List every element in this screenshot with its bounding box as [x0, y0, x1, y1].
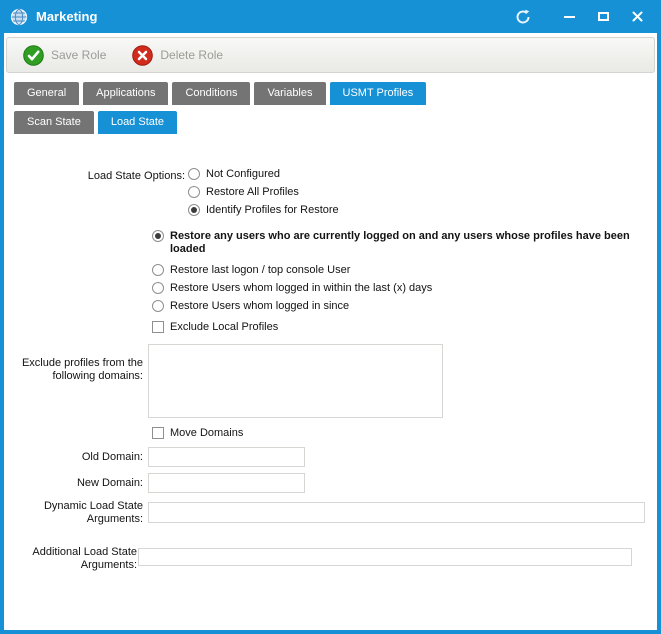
main-tab-bar: General Applications Conditions Variable… — [14, 82, 426, 105]
radio-label: Restore Users whom logged in since — [170, 300, 349, 313]
old-domain-input[interactable] — [148, 447, 305, 467]
radio-restore-logged-in-since[interactable]: Restore Users whom logged in since — [152, 300, 349, 313]
refresh-button[interactable] — [515, 9, 531, 25]
tab-load-state[interactable]: Load State — [98, 111, 177, 134]
radio-restore-last-x-days[interactable]: Restore Users whom logged in within the … — [152, 282, 432, 295]
exclude-local-profiles-checkbox[interactable]: Exclude Local Profiles — [152, 321, 278, 334]
radio-restore-logged-on-users[interactable]: Restore any users who are currently logg… — [152, 230, 654, 256]
app-icon — [10, 8, 28, 26]
tab-variables[interactable]: Variables — [254, 82, 325, 105]
radio-label: Restore Users whom logged in within the … — [170, 282, 432, 295]
checkbox-label: Move Domains — [170, 427, 243, 440]
radio-label: Restore All Profiles — [206, 186, 299, 199]
maximize-icon — [598, 12, 609, 21]
close-button[interactable] — [629, 9, 645, 25]
tab-general[interactable]: General — [14, 82, 79, 105]
load-state-options-label: Load State Options: — [24, 170, 185, 183]
radio-identify-profiles[interactable]: Identify Profiles for Restore — [188, 204, 339, 217]
radio-icon — [152, 282, 164, 294]
minimize-icon — [564, 16, 575, 18]
tab-scan-state[interactable]: Scan State — [14, 111, 94, 134]
sub-tab-bar: Scan State Load State — [14, 111, 177, 134]
radio-label: Restore last logon / top console User — [170, 264, 350, 277]
refresh-icon — [515, 9, 531, 25]
new-domain-label: New Domain: — [4, 477, 143, 490]
new-domain-input[interactable] — [148, 473, 305, 493]
radio-not-configured[interactable]: Not Configured — [188, 168, 280, 181]
titlebar: Marketing — [0, 0, 661, 33]
save-icon — [23, 45, 44, 66]
radio-restore-last-logon[interactable]: Restore last logon / top console User — [152, 264, 350, 277]
dynamic-args-label: Dynamic Load State Arguments: — [4, 500, 143, 526]
radio-restore-all-profiles[interactable]: Restore All Profiles — [188, 186, 299, 199]
tab-applications[interactable]: Applications — [83, 82, 168, 105]
move-domains-checkbox[interactable]: Move Domains — [152, 427, 243, 440]
toolbar: Save Role Delete Role — [6, 37, 655, 73]
save-role-label: Save Role — [51, 48, 106, 62]
checkbox-icon — [152, 321, 164, 333]
delete-icon — [132, 45, 153, 66]
checkbox-icon — [152, 427, 164, 439]
additional-args-input[interactable] — [138, 548, 632, 566]
radio-icon — [188, 186, 200, 198]
tab-conditions[interactable]: Conditions — [172, 82, 250, 105]
save-role-button[interactable]: Save Role — [23, 45, 106, 66]
window-controls — [515, 9, 651, 25]
maximize-button[interactable] — [595, 9, 611, 25]
old-domain-label: Old Domain: — [4, 451, 143, 464]
additional-args-label: Additional Load State Arguments: — [8, 546, 137, 572]
dynamic-args-input[interactable] — [148, 502, 645, 523]
tab-usmt-profiles[interactable]: USMT Profiles — [330, 82, 427, 105]
radio-icon — [188, 204, 200, 216]
radio-icon — [152, 264, 164, 276]
delete-role-label: Delete Role — [160, 48, 223, 62]
client-area: Save Role Delete Role General Applicatio… — [4, 33, 657, 630]
radio-icon — [152, 230, 164, 242]
minimize-button[interactable] — [561, 9, 577, 25]
radio-label: Restore any users who are currently logg… — [170, 230, 654, 256]
radio-icon — [152, 300, 164, 312]
radio-icon — [188, 168, 200, 180]
radio-label: Identify Profiles for Restore — [206, 204, 339, 217]
close-icon — [632, 11, 643, 22]
checkbox-label: Exclude Local Profiles — [170, 321, 278, 334]
exclude-domains-label: Exclude profiles from the following doma… — [14, 357, 143, 383]
radio-label: Not Configured — [206, 168, 280, 181]
window-title: Marketing — [36, 9, 97, 24]
window: Marketing — [0, 0, 661, 634]
delete-role-button[interactable]: Delete Role — [132, 45, 223, 66]
exclude-domains-textarea[interactable] — [148, 344, 443, 418]
